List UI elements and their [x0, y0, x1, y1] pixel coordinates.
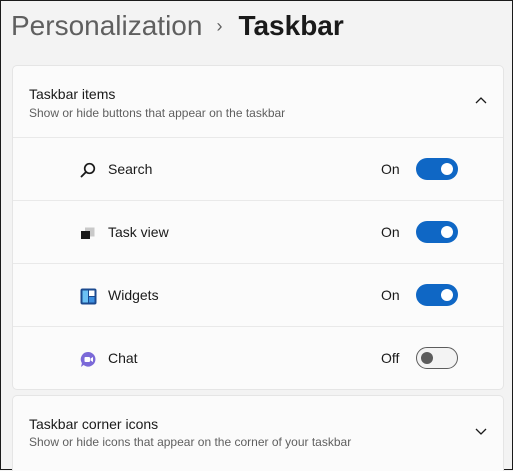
- section-subtitle: Show or hide buttons that appear on the …: [29, 106, 286, 120]
- breadcrumb-separator: ›: [216, 16, 223, 36]
- toggle-knob: [441, 226, 453, 238]
- window-frame: Personalization › Taskbar Taskbar items …: [0, 0, 513, 471]
- breadcrumb: Personalization › Taskbar: [11, 7, 344, 45]
- widgets-icon: [79, 287, 97, 305]
- toggle-row-widgets: Widgets On: [13, 264, 503, 327]
- section-title: Taskbar items: [29, 86, 116, 102]
- breadcrumb-parent[interactable]: Personalization: [11, 7, 202, 45]
- toggle-row-task-view: Task view On: [13, 201, 503, 264]
- row-label: Task view: [108, 224, 169, 240]
- toggle-knob: [441, 163, 453, 175]
- toggle-row-search: Search On: [13, 138, 503, 201]
- toggle-state-text: Off: [381, 350, 400, 366]
- row-label: Widgets: [108, 287, 159, 303]
- row-label: Search: [108, 161, 153, 177]
- toggle-state-text: On: [381, 287, 400, 303]
- widgets-toggle[interactable]: [416, 284, 458, 306]
- row-label: Chat: [108, 350, 138, 366]
- toggle-state-text: On: [381, 224, 400, 240]
- toggle-knob: [421, 352, 433, 364]
- task-view-icon: [79, 224, 97, 242]
- toggle-knob: [441, 289, 453, 301]
- taskbar-items-header[interactable]: Taskbar items Show or hide buttons that …: [13, 66, 503, 138]
- toggle-row-chat: Chat Off: [13, 327, 503, 390]
- section-title: Taskbar corner icons: [29, 416, 159, 432]
- page-title: Taskbar: [238, 10, 344, 41]
- corner-icons-card: Taskbar corner icons Show or hide icons …: [12, 395, 504, 471]
- task-view-toggle[interactable]: [416, 221, 458, 243]
- section-subtitle: Show or hide icons that appear on the co…: [29, 435, 352, 449]
- chat-toggle[interactable]: [416, 347, 458, 369]
- search-toggle[interactable]: [416, 158, 458, 180]
- taskbar-items-card: Taskbar items Show or hide buttons that …: [12, 65, 504, 390]
- toggle-state-text: On: [381, 161, 400, 177]
- chat-icon: [79, 350, 97, 368]
- corner-icons-header[interactable]: Taskbar corner icons Show or hide icons …: [13, 396, 503, 468]
- chevron-up-icon[interactable]: [473, 92, 489, 108]
- chevron-down-icon[interactable]: [473, 424, 489, 440]
- search-icon: [79, 161, 97, 179]
